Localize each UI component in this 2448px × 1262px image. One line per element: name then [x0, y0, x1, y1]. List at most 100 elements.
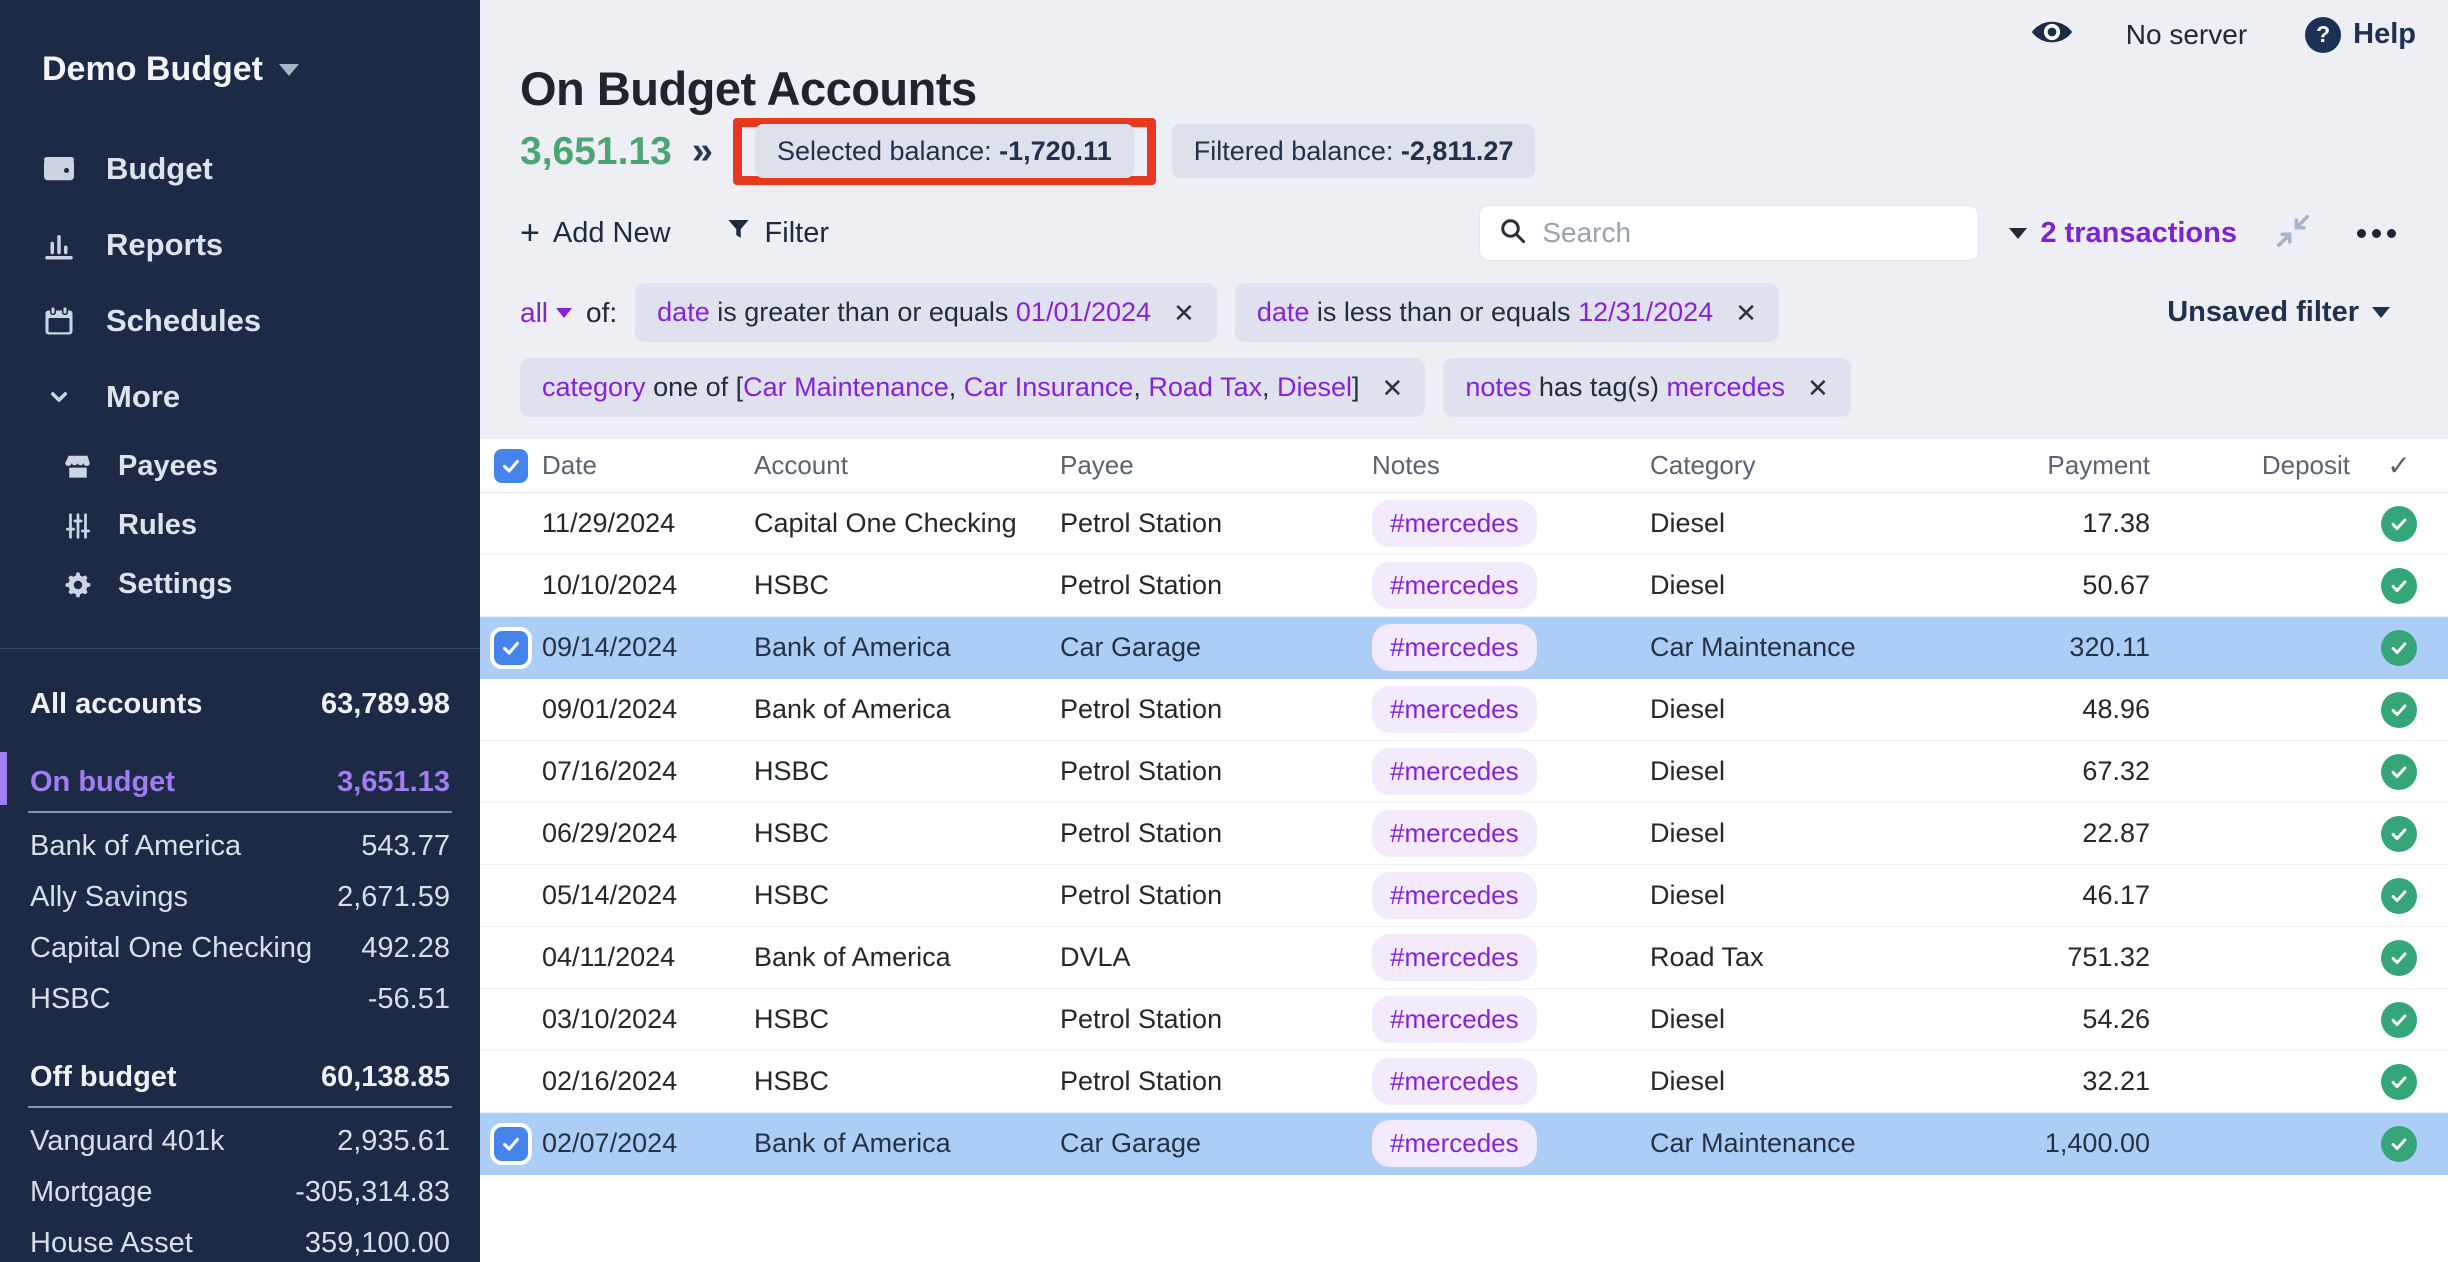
account-bank-of-america[interactable]: Bank of America 543.77: [28, 821, 452, 872]
cell-account: Bank of America: [754, 1128, 1060, 1159]
search-input[interactable]: [1542, 217, 1960, 249]
off-budget-header[interactable]: Off budget 60,138.85: [28, 1051, 452, 1108]
sidebar-item-rules[interactable]: Rules: [0, 496, 480, 555]
sidebar-item-payees[interactable]: Payees: [0, 437, 480, 496]
table-row[interactable]: 02/07/2024 Bank of America Car Garage #m…: [480, 1113, 2448, 1175]
unsaved-filter-dropdown[interactable]: Unsaved filter: [2167, 296, 2390, 329]
column-header-payee[interactable]: Payee: [1060, 450, 1372, 481]
collapse-button[interactable]: [2273, 211, 2313, 256]
sidebar-item-budget[interactable]: Budget: [0, 131, 480, 207]
match-value: all: [520, 297, 548, 329]
filter-match-select[interactable]: all of:: [520, 297, 617, 329]
close-icon[interactable]: ✕: [1382, 375, 1404, 401]
column-header-category[interactable]: Category: [1650, 450, 1900, 481]
calendar-icon: [40, 302, 78, 340]
annotation-red-box: Selected balance: -1,720.11: [733, 118, 1156, 185]
server-status[interactable]: No server: [2126, 19, 2247, 51]
account-name: Capital One Checking: [30, 932, 312, 965]
account-balance: -305,314.83: [295, 1176, 450, 1209]
filter-condition-chip[interactable]: date is greater than or equals 01/01/202…: [635, 283, 1217, 342]
sidebar-item-schedules[interactable]: Schedules: [0, 283, 480, 359]
cleared-icon[interactable]: [2381, 816, 2417, 852]
column-header-date[interactable]: Date: [542, 450, 754, 481]
cleared-icon[interactable]: [2381, 1064, 2417, 1100]
cell-account: HSBC: [754, 1066, 1060, 1097]
filter-condition-chip[interactable]: date is less than or equals 12/31/2024✕: [1235, 283, 1779, 342]
column-header-account[interactable]: Account: [754, 450, 1060, 481]
column-header-cleared[interactable]: ✓: [2387, 449, 2410, 482]
column-header-payment[interactable]: Payment: [1900, 450, 2150, 481]
close-icon[interactable]: ✕: [1735, 300, 1757, 326]
sidebar-item-label: Schedules: [106, 303, 261, 339]
account-balance: 2,671.59: [337, 881, 450, 914]
total-balance: 3,651.13: [520, 130, 672, 174]
cell-category: Diesel: [1650, 1066, 1900, 1097]
on-budget-header[interactable]: On budget 3,651.13: [28, 756, 452, 813]
filter-conditions-row-2: category one of [Car Maintenance, Car In…: [480, 342, 2448, 417]
cleared-icon[interactable]: [2381, 1126, 2417, 1162]
row-checkbox[interactable]: [494, 631, 528, 665]
cell-date: 11/29/2024: [542, 508, 754, 539]
table-row[interactable]: 05/14/2024 HSBC Petrol Station #mercedes…: [480, 865, 2448, 927]
filter-value: date: [657, 297, 710, 328]
account-mortgage[interactable]: Mortgage -305,314.83: [28, 1167, 452, 1218]
table-row[interactable]: 07/16/2024 HSBC Petrol Station #mercedes…: [480, 741, 2448, 803]
table-row[interactable]: 09/14/2024 Bank of America Car Garage #m…: [480, 617, 2448, 679]
cleared-icon[interactable]: [2381, 940, 2417, 976]
table-row[interactable]: 02/16/2024 HSBC Petrol Station #mercedes…: [480, 1051, 2448, 1113]
budget-switcher[interactable]: Demo Budget: [0, 0, 480, 115]
sidebar-nav: Budget Reports Schedules More: [0, 115, 480, 614]
cell-payment: 67.32: [1900, 756, 2150, 787]
close-icon[interactable]: ✕: [1807, 375, 1829, 401]
account-vanguard-401k[interactable]: Vanguard 401k 2,935.61: [28, 1116, 452, 1167]
group-label: On budget: [30, 766, 175, 799]
filter-condition-chip[interactable]: notes has tag(s) mercedes✕: [1443, 358, 1850, 417]
column-header-deposit[interactable]: Deposit: [2150, 450, 2350, 481]
cleared-icon[interactable]: [2381, 1002, 2417, 1038]
sidebar-item-more[interactable]: More: [0, 359, 480, 435]
filter-condition-chip[interactable]: category one of [Car Maintenance, Car In…: [520, 358, 1425, 417]
cleared-icon[interactable]: [2381, 692, 2417, 728]
sidebar-item-label: Settings: [118, 568, 232, 601]
row-checkbox[interactable]: [494, 1127, 528, 1161]
sidebar-item-label: Payees: [118, 450, 218, 483]
account-name: Vanguard 401k: [30, 1125, 225, 1158]
table-row[interactable]: 03/10/2024 HSBC Petrol Station #mercedes…: [480, 989, 2448, 1051]
account-capital-one-checking[interactable]: Capital One Checking 492.28: [28, 923, 452, 974]
add-new-button[interactable]: + Add New: [520, 216, 671, 250]
cleared-icon[interactable]: [2381, 630, 2417, 666]
account-balance: 2,935.61: [337, 1125, 450, 1158]
account-hsbc[interactable]: HSBC -56.51: [28, 974, 452, 1025]
double-chevron-icon[interactable]: »: [692, 130, 713, 173]
cell-date: 10/10/2024: [542, 570, 754, 601]
group-balance: 3,651.13: [337, 766, 450, 799]
filter-button[interactable]: Filter: [725, 216, 829, 251]
table-row[interactable]: 09/01/2024 Bank of America Petrol Statio…: [480, 679, 2448, 741]
eye-icon: [2030, 16, 2074, 53]
account-house-asset[interactable]: House Asset 359,100.00: [28, 1218, 452, 1262]
close-icon[interactable]: ✕: [1173, 300, 1195, 326]
cell-payment: 48.96: [1900, 694, 2150, 725]
table-row[interactable]: 11/29/2024 Capital One Checking Petrol S…: [480, 493, 2448, 555]
table-row[interactable]: 06/29/2024 HSBC Petrol Station #mercedes…: [480, 803, 2448, 865]
table-row[interactable]: 10/10/2024 HSBC Petrol Station #mercedes…: [480, 555, 2448, 617]
help-button[interactable]: ? Help: [2305, 17, 2416, 53]
cleared-icon[interactable]: [2381, 506, 2417, 542]
account-ally-savings[interactable]: Ally Savings 2,671.59: [28, 872, 452, 923]
privacy-toggle[interactable]: [2030, 16, 2074, 53]
cleared-icon[interactable]: [2381, 878, 2417, 914]
table-row[interactable]: 04/11/2024 Bank of America DVLA #mercede…: [480, 927, 2448, 989]
transactions-count-dropdown[interactable]: 2 transactions: [2009, 217, 2237, 250]
select-all-checkbox[interactable]: [494, 449, 528, 483]
sidebar-item-settings[interactable]: Settings: [0, 555, 480, 614]
sidebar-subnav: Payees Rules Settings: [0, 435, 480, 614]
more-menu-button[interactable]: [2357, 229, 2396, 238]
cleared-icon[interactable]: [2381, 754, 2417, 790]
cell-payee: Petrol Station: [1060, 1004, 1372, 1035]
column-header-notes[interactable]: Notes: [1372, 450, 1650, 481]
cleared-icon[interactable]: [2381, 568, 2417, 604]
sidebar-item-reports[interactable]: Reports: [0, 207, 480, 283]
search-box[interactable]: [1479, 205, 1979, 261]
all-accounts-row[interactable]: All accounts 63,789.98: [28, 679, 452, 730]
cell-account: Bank of America: [754, 694, 1060, 725]
